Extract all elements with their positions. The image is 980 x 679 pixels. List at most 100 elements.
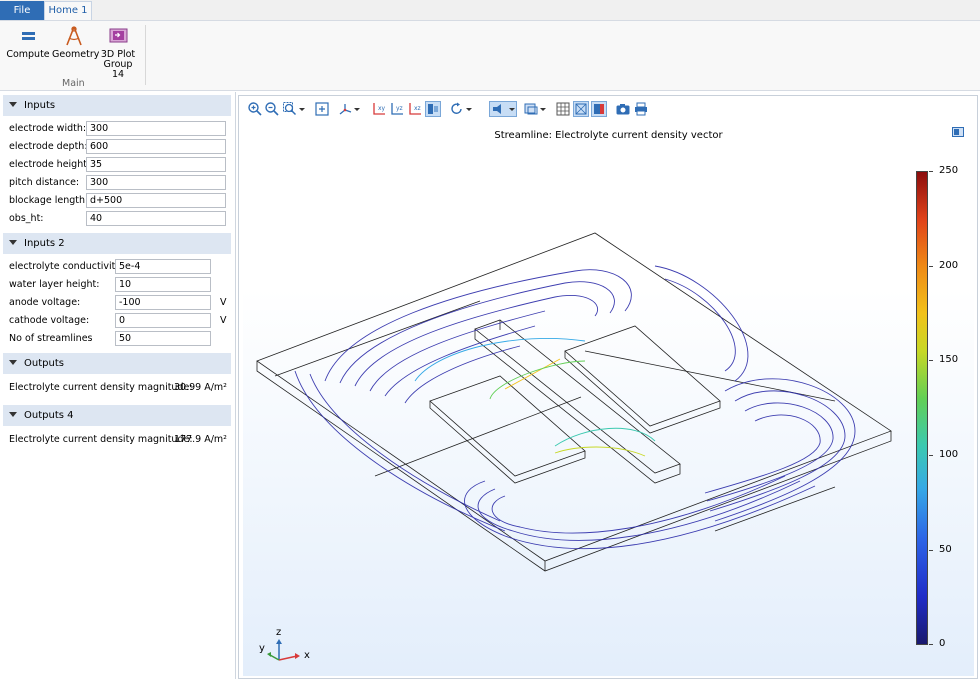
water-layer-height-input[interactable]: 10 <box>115 277 211 292</box>
axis-label-x: x <box>304 650 310 661</box>
pitch-distance-input[interactable]: 300 <box>86 175 226 190</box>
input-row: electrode depth: 600 <box>3 138 231 156</box>
electrode-right <box>564 325 721 427</box>
wireframe-icon[interactable] <box>573 101 589 117</box>
colorbar-tick-label: 250 <box>939 165 959 176</box>
geometry-label: Geometry <box>52 49 100 60</box>
graphics-window: xy yz xz Streamline: Electrolyte current… <box>238 95 978 679</box>
section-header-inputs-2[interactable]: Inputs 2 <box>3 233 231 254</box>
compute-icon <box>17 25 39 47</box>
render-icon[interactable] <box>591 101 607 117</box>
output-row: Electrolyte current density magnitude: 30… <box>3 378 231 398</box>
cathode-voltage-input[interactable]: 0 <box>115 313 211 328</box>
light-icon[interactable] <box>489 101 517 117</box>
compute-label: Compute <box>6 49 50 60</box>
field-label: anode voltage: <box>9 297 81 308</box>
input-row: No of streamlines 50 <box>3 330 231 348</box>
view-yz-icon[interactable]: yz <box>389 101 405 117</box>
input-row: cathode voltage: 0 V <box>3 312 231 330</box>
ribbon-toolbar: Compute Geometry 3D Plot Group 14 Main <box>0 20 980 91</box>
streamline <box>664 278 736 372</box>
electrode-height-input[interactable]: 35 <box>86 157 226 172</box>
zoom-extents-icon[interactable] <box>314 101 330 117</box>
transparency-icon[interactable] <box>523 101 539 117</box>
compute-button[interactable]: Compute <box>6 25 50 60</box>
field-label: water layer height: <box>9 279 100 290</box>
input-row: blockage length: d+500 <box>3 192 231 210</box>
colorbar-tick-label: 0 <box>939 638 946 649</box>
zoom-box-icon[interactable] <box>282 101 298 117</box>
electrode-left <box>429 375 586 477</box>
svg-text:xy: xy <box>378 105 386 112</box>
electrode-width-input[interactable]: 300 <box>86 121 226 136</box>
electrolyte-conductivity-input[interactable]: 5e-4 <box>115 259 211 274</box>
chevron-down-icon[interactable] <box>353 101 361 117</box>
input-row: water layer height: 10 <box>3 276 231 294</box>
output-label: Electrolyte current density magnitude: <box>9 382 193 393</box>
input-row: pitch distance: 300 <box>3 174 231 192</box>
view-3d-icon[interactable] <box>425 101 441 117</box>
anode-voltage-input[interactable]: -100 <box>115 295 211 310</box>
chevron-down-icon[interactable] <box>465 101 473 117</box>
chevron-down-icon[interactable] <box>298 101 306 117</box>
input-row: electrolyte conductivity: 5e-4 <box>3 258 231 276</box>
colorbar-tick-label: 100 <box>939 449 959 460</box>
axis-orient-icon[interactable] <box>337 101 353 117</box>
streamline <box>309 373 501 522</box>
colorbar <box>916 171 928 645</box>
graphics-canvas[interactable]: Streamline: Electrolyte current density … <box>243 123 974 676</box>
legend-toggle-icon[interactable] <box>952 127 964 137</box>
graphics-toolbar: xy yz xz <box>239 96 977 122</box>
app-form-panel: Inputs electrode width: 300 electrode dep… <box>0 92 236 679</box>
ribbon-tabbar: File Home 1 <box>0 0 980 20</box>
colorbar-tick-label: 200 <box>939 260 959 271</box>
chevron-down-icon[interactable] <box>539 101 547 117</box>
number-of-streamlines-input[interactable]: 50 <box>115 331 211 346</box>
streamline <box>491 475 786 534</box>
zoom-in-icon[interactable] <box>247 101 263 117</box>
field-label: electrode height: <box>9 159 91 170</box>
plot-title: Streamline: Electrolyte current density … <box>494 130 723 141</box>
geometry-button[interactable]: Geometry <box>52 25 100 60</box>
streamline <box>384 325 536 397</box>
tab-home-1[interactable]: Home 1 <box>44 1 92 20</box>
unit-label: V <box>220 315 227 326</box>
view-xz-icon[interactable]: xz <box>407 101 423 117</box>
colorbar-tick-mark <box>929 644 933 645</box>
3d-plot-group-button[interactable]: 3D Plot Group 14 <box>96 25 140 80</box>
field-label: No of streamlines <box>9 333 93 344</box>
field-label: obs_ht: <box>9 213 44 224</box>
zoom-out-icon[interactable] <box>264 101 280 117</box>
collapse-triangle-icon <box>9 359 17 365</box>
grid-icon[interactable] <box>555 101 571 117</box>
output-value: 177.9 A/m² <box>174 434 227 445</box>
section-header-inputs[interactable]: Inputs <box>3 95 231 116</box>
colorbar-tick-mark <box>929 266 933 267</box>
print-icon[interactable] <box>633 101 649 117</box>
rotate-icon[interactable] <box>449 101 465 117</box>
tab-file[interactable]: File <box>0 1 44 20</box>
colorbar-tick-label: 150 <box>939 354 959 365</box>
section-header-outputs[interactable]: Outputs <box>3 353 231 374</box>
streamline <box>464 480 816 550</box>
geometry-icon <box>63 25 85 47</box>
section-title: Inputs 2 <box>24 238 65 249</box>
input-row: obs_ht: 40 <box>3 210 231 228</box>
streamline <box>324 269 632 382</box>
section-header-outputs-4[interactable]: Outputs 4 <box>3 405 231 426</box>
output-label: Electrolyte current density magnitude: <box>9 434 193 445</box>
field-label: electrolyte conductivity: <box>9 261 124 272</box>
obs-ht-input[interactable]: 40 <box>86 211 226 226</box>
ribbon-group-separator <box>145 25 146 85</box>
electrode-depth-input[interactable]: 600 <box>86 139 226 154</box>
streamline <box>404 345 521 404</box>
field-label: electrode depth: <box>9 141 88 152</box>
axis-label-y: y <box>259 643 265 654</box>
view-xy-icon[interactable]: xy <box>371 101 387 117</box>
plot-group-icon <box>107 25 129 47</box>
blockage-length-input[interactable]: d+500 <box>86 193 226 208</box>
streamline <box>704 414 821 494</box>
camera-icon[interactable] <box>615 101 631 117</box>
streamline <box>654 265 749 382</box>
colorbar-tick-mark <box>929 360 933 361</box>
